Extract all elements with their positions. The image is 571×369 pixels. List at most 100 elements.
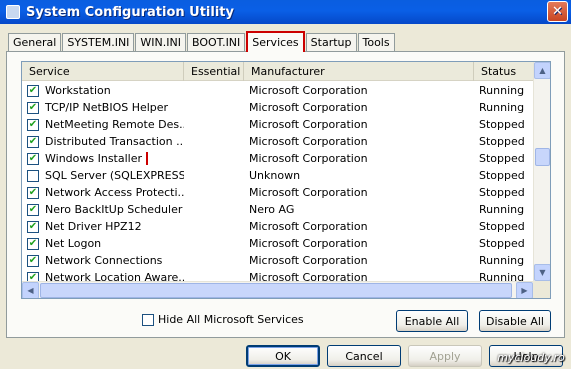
scroll-right-icon[interactable]: ▶ — [516, 282, 533, 298]
table-row[interactable]: ✔ Nero BackItUp Scheduler 3 Nero AG Running — [22, 201, 533, 218]
service-checkbox[interactable]: ✔ — [27, 203, 39, 216]
tab-startup[interactable]: Startup — [305, 33, 357, 51]
service-cell: SQL Server (SQLEXPRESS) — [22, 169, 184, 182]
service-cell: ✔ Network Connections — [22, 254, 184, 267]
status-cell: Running — [479, 203, 525, 216]
vertical-scrollbar[interactable]: ▲ ▼ — [533, 62, 550, 281]
service-cell: ✔ Workstation — [22, 84, 184, 97]
service-name: Distributed Transaction ... — [45, 135, 184, 148]
tab-tools[interactable]: Tools — [357, 33, 395, 51]
table-row[interactable]: ✔ TCP/IP NetBIOS Helper Microsoft Corporat… — [22, 99, 533, 116]
status-cell: Running — [479, 101, 525, 114]
scrollbar-corner — [533, 281, 550, 298]
status-cell: Running — [479, 254, 525, 267]
table-row[interactable]: ✔ Network Connections Microsoft Corporatio… — [22, 252, 533, 269]
table-row[interactable]: ✔ Net Driver HPZ12 Microsoft Corporation St… — [22, 218, 533, 235]
close-button[interactable]: ✕ — [547, 1, 568, 22]
column-essential[interactable]: Essential — [184, 62, 244, 81]
table-row[interactable]: ✔ Windows Installer Microsoft Corporation S… — [22, 150, 533, 167]
title-bar: System Configuration Utility ✕ — [0, 0, 571, 24]
service-cell: ✔ Net Driver HPZ12 — [22, 220, 184, 233]
manufacturer-cell: Nero AG — [249, 203, 295, 216]
apply-button[interactable]: Apply — [408, 345, 482, 367]
ok-button[interactable]: OK — [246, 345, 320, 367]
manufacturer-cell: Microsoft Corporation — [249, 152, 368, 165]
manufacturer-cell: Microsoft Corporation — [249, 84, 368, 97]
table-row[interactable]: ✔ NetMeeting Remote Des... Microsoft Corpo… — [22, 116, 533, 133]
tab-general[interactable]: General — [8, 33, 62, 51]
column-status[interactable]: Status — [474, 62, 533, 81]
service-cell: ✔ TCP/IP NetBIOS Helper — [22, 101, 184, 114]
disable-all-button[interactable]: Disable All — [479, 310, 551, 332]
hide-ms-services-checkbox[interactable] — [142, 313, 154, 326]
table-row[interactable]: SQL Server (SQLEXPRESS) Unknown Stopped — [22, 167, 533, 184]
tab-boot-ini[interactable]: BOOT.INI — [186, 33, 246, 51]
cancel-button[interactable]: Cancel — [327, 345, 401, 367]
service-checkbox[interactable]: ✔ — [27, 118, 39, 131]
service-name: Windows Installer — [45, 152, 143, 165]
service-cell: ✔ Windows Installer — [22, 152, 184, 165]
manufacturer-cell: Microsoft Corporation — [249, 118, 368, 131]
service-name: Workstation — [45, 84, 111, 97]
horizontal-scrollbar[interactable]: ◀ ▶ — [22, 281, 533, 298]
service-checkbox[interactable]: ✔ — [27, 84, 39, 97]
service-name: Net Logon — [45, 237, 102, 250]
status-cell: Stopped — [479, 169, 525, 182]
service-checkbox[interactable]: ✔ — [27, 101, 39, 114]
manufacturer-cell: Microsoft Corporation — [249, 220, 368, 233]
tab-services[interactable]: Services — [246, 31, 305, 52]
services-rows: ✔ Workstation Microsoft Corporation Running… — [22, 82, 533, 286]
service-checkbox[interactable]: ✔ — [27, 152, 39, 165]
service-checkbox[interactable]: ✔ — [27, 220, 39, 233]
service-cell: ✔ Network Access Protecti... — [22, 186, 184, 199]
manufacturer-cell: Microsoft Corporation — [249, 237, 368, 250]
tab-system-ini[interactable]: SYSTEM.INI — [62, 33, 135, 51]
service-cell: ✔ Net Logon — [22, 237, 184, 250]
scroll-down-icon[interactable]: ▼ — [534, 264, 550, 281]
close-icon: ✕ — [552, 4, 563, 19]
service-name: Network Access Protecti... — [45, 186, 184, 199]
service-cell: ✔ Distributed Transaction ... — [22, 135, 184, 148]
status-cell: Stopped — [479, 135, 525, 148]
service-name: TCP/IP NetBIOS Helper — [45, 101, 169, 114]
service-cell: ✔ Nero BackItUp Scheduler 3 — [22, 203, 184, 216]
column-manufacturer[interactable]: Manufacturer — [244, 62, 474, 81]
scroll-up-icon[interactable]: ▲ — [534, 62, 550, 79]
scroll-left-icon[interactable]: ◀ — [22, 282, 39, 298]
service-checkbox[interactable]: ✔ — [27, 186, 39, 199]
table-row[interactable]: ✔ Network Access Protecti... Microsoft Cor… — [22, 184, 533, 201]
hide-ms-services-label: Hide All Microsoft Services — [158, 313, 304, 326]
status-cell: Stopped — [479, 152, 525, 165]
manufacturer-cell: Microsoft Corporation — [249, 186, 368, 199]
status-cell: Stopped — [479, 186, 525, 199]
service-name: Network Connections — [45, 254, 163, 267]
table-row[interactable]: ✔ Workstation Microsoft Corporation Running — [22, 82, 533, 99]
status-cell: Stopped — [479, 220, 525, 233]
status-cell: Running — [479, 84, 525, 97]
manufacturer-cell: Microsoft Corporation — [249, 135, 368, 148]
service-name: Nero BackItUp Scheduler 3 — [45, 203, 184, 216]
list-header: Service Essential Manufacturer Status — [22, 62, 533, 81]
column-service[interactable]: Service — [22, 62, 184, 81]
service-name: SQL Server (SQLEXPRESS) — [45, 169, 184, 182]
help-button[interactable]: Help — [489, 345, 563, 367]
horizontal-scroll-thumb[interactable] — [40, 283, 512, 298]
manufacturer-cell: Microsoft Corporation — [249, 254, 368, 267]
service-checkbox[interactable]: ✔ — [27, 135, 39, 148]
manufacturer-cell: Microsoft Corporation — [249, 101, 368, 114]
hide-ms-services-option[interactable]: Hide All Microsoft Services — [142, 313, 304, 326]
service-checkbox[interactable]: ✔ — [27, 254, 39, 267]
tab-strip: General SYSTEM.INI WIN.INI BOOT.INI Serv… — [8, 31, 396, 52]
service-checkbox[interactable]: ✔ — [27, 237, 39, 250]
tab-win-ini[interactable]: WIN.INI — [135, 33, 186, 51]
status-cell: Stopped — [479, 118, 525, 131]
table-row[interactable]: ✔ Distributed Transaction ... Microsoft Co… — [22, 133, 533, 150]
vertical-scroll-thumb[interactable] — [535, 148, 550, 166]
services-list[interactable]: Service Essential Manufacturer Status ✔ W… — [21, 61, 551, 299]
table-row[interactable]: ✔ Net Logon Microsoft Corporation Stopped — [22, 235, 533, 252]
service-checkbox[interactable] — [27, 169, 39, 182]
enable-all-button[interactable]: Enable All — [396, 310, 468, 332]
window-title: System Configuration Utility — [26, 4, 234, 20]
service-name: NetMeeting Remote Des... — [45, 118, 184, 131]
app-icon — [6, 5, 20, 19]
